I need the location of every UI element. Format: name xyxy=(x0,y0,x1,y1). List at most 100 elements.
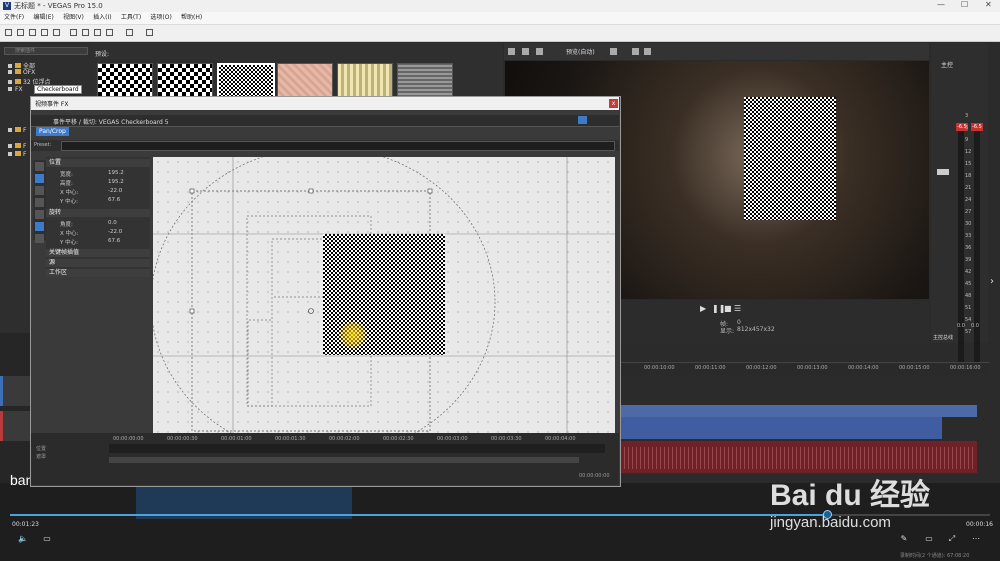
undo-icon[interactable] xyxy=(106,29,113,36)
search-input[interactable]: 搜索插件 xyxy=(4,47,88,55)
timeline-ruler[interactable]: 00:00:10:00 00:00:11:00 00:00:12:00 00:00:1… xyxy=(617,362,989,375)
save-as-icon[interactable] xyxy=(41,29,48,36)
grid-icon[interactable] xyxy=(610,48,617,55)
menu-options[interactable]: 选项(O) xyxy=(150,12,171,24)
peak-right: -6.5 xyxy=(971,123,983,131)
close-icon[interactable]: x xyxy=(609,99,618,108)
prop-width[interactable]: 宽度: 195.2 xyxy=(60,170,124,178)
move-icon[interactable] xyxy=(35,234,44,243)
prop-rot-y-center[interactable]: Y 中心: 67.6 xyxy=(60,238,120,246)
section-position[interactable]: 位置 xyxy=(46,159,150,167)
timeline-tick: 00:00:13:00 xyxy=(797,365,828,371)
preset-thumb-4[interactable] xyxy=(277,63,333,98)
normal-edit-tool-icon[interactable] xyxy=(35,174,44,183)
aspect-lock-icon[interactable] xyxy=(35,210,44,219)
keyframe-lane[interactable] xyxy=(109,444,605,453)
menu-view[interactable]: 视图(V) xyxy=(63,12,84,24)
maximize-icon[interactable]: ☐ xyxy=(961,0,968,9)
more-icon[interactable]: ⋯ xyxy=(972,535,980,543)
settings-icon[interactable] xyxy=(53,29,60,36)
preset-thumb-6[interactable] xyxy=(397,63,453,98)
tree-item-f2[interactable]: F xyxy=(8,143,26,150)
menu-file[interactable]: 文件(F) xyxy=(4,12,24,24)
tree-item-fx[interactable]: FX xyxy=(8,86,23,93)
zoom-tool-icon[interactable] xyxy=(35,186,44,195)
copy-icon[interactable] xyxy=(82,29,89,36)
preview-settings-icon[interactable] xyxy=(508,48,515,55)
new-icon[interactable] xyxy=(5,29,12,36)
master-fader-handle[interactable] xyxy=(937,169,949,175)
db-scale-tick: 9 xyxy=(965,137,969,143)
volume-icon[interactable]: 🔈 xyxy=(18,535,28,543)
prop-height[interactable]: 高度: 195.2 xyxy=(60,179,124,187)
db-scale-tick: 12 xyxy=(965,149,972,155)
prop-y-center[interactable]: Y 中心: 67.6 xyxy=(60,197,120,205)
redo-icon[interactable] xyxy=(126,29,133,36)
settings-icon[interactable] xyxy=(35,162,44,171)
fx-chain-label: 事件平移 / 裁切: VEGAS Checkerboard 5 xyxy=(53,119,169,126)
snapshot-icon[interactable] xyxy=(632,48,639,55)
prop-x-center[interactable]: X 中心: -22.0 xyxy=(60,188,122,196)
preset-dropdown[interactable] xyxy=(61,141,615,151)
save-snapshot-icon[interactable] xyxy=(644,48,651,55)
main-toolbar xyxy=(0,25,1000,42)
section-keyframe-interp[interactable]: 关键帧插值 xyxy=(46,249,150,257)
preview-toolbar: 预览(自动) xyxy=(504,43,929,60)
section-source[interactable]: 源 xyxy=(46,259,150,267)
close-icon[interactable]: ✕ xyxy=(985,0,992,9)
progress-fill xyxy=(10,514,828,516)
tree-item-f3[interactable]: F xyxy=(8,151,26,158)
db-scale-tick: 15 xyxy=(965,161,972,167)
fx-ruler-tick: 00:00:00:00 xyxy=(113,436,144,442)
save-icon[interactable] xyxy=(29,29,36,36)
track-label-mask: 遮罩 xyxy=(36,454,47,460)
preview-copy-icon[interactable] xyxy=(522,48,529,55)
subtitles-icon[interactable]: ▭ xyxy=(43,535,51,543)
preview-quality[interactable]: 预览(自动) xyxy=(566,47,595,56)
chevron-right-icon[interactable]: › xyxy=(990,276,994,287)
preset-thumb-5[interactable] xyxy=(337,63,393,98)
edit-icon[interactable]: ✎ xyxy=(900,535,908,543)
render-icon[interactable] xyxy=(146,29,153,36)
preset-thumb-2[interactable] xyxy=(157,63,213,98)
stop-icon[interactable]: ■ xyxy=(724,304,732,313)
open-icon[interactable] xyxy=(17,29,24,36)
menu-insert[interactable]: 插入(I) xyxy=(93,12,111,24)
baidu-url: jingyan.baidu.com xyxy=(770,514,891,531)
paste-icon[interactable] xyxy=(94,29,101,36)
fx-ruler-tick: 00:00:03:30 xyxy=(491,436,522,442)
menu-tools[interactable]: 工具(T) xyxy=(121,12,141,24)
db-scale-tick: 48 xyxy=(965,293,972,299)
record-time-status: 录制时间(2 个通道): 67:08:20 xyxy=(900,553,970,559)
preset-row: Preset: xyxy=(31,140,619,151)
tree-item-f1[interactable]: F xyxy=(8,127,26,134)
audio-track-header[interactable] xyxy=(0,411,33,441)
tree-item-ofx[interactable]: OFX xyxy=(8,69,35,76)
cut-icon[interactable] xyxy=(70,29,77,36)
video-event-top[interactable] xyxy=(617,405,977,417)
fx-scrollbar[interactable] xyxy=(109,457,579,463)
menu-icon[interactable]: ☰ xyxy=(734,304,741,313)
fullscreen-icon[interactable]: ⤢ xyxy=(948,535,956,543)
db-scale-tick: 3 xyxy=(965,113,969,119)
section-rotation[interactable]: 旋转 xyxy=(46,209,150,217)
menu-edit[interactable]: 编辑(E) xyxy=(33,12,53,24)
magnet-icon[interactable] xyxy=(35,198,44,207)
chain-toggle-icon[interactable] xyxy=(578,116,587,124)
minimize-icon[interactable]: — xyxy=(937,0,945,9)
pan-crop-tab[interactable]: Pan/Crop xyxy=(36,127,69,136)
prop-rot-x-center[interactable]: X 中心: -22.0 xyxy=(60,229,122,237)
scale-about-center-icon[interactable] xyxy=(35,222,44,231)
fx-icon[interactable] xyxy=(536,48,543,55)
section-workspace[interactable]: 工作区 xyxy=(46,269,150,277)
video-track-header[interactable] xyxy=(0,376,33,406)
db-scale-tick: 18 xyxy=(965,173,972,179)
play-icon[interactable]: ▶ xyxy=(700,304,706,313)
preset-thumb-3[interactable] xyxy=(217,63,275,100)
track-label-position: 位置 xyxy=(36,446,47,452)
video-event[interactable] xyxy=(617,417,942,439)
prop-angle[interactable]: 角度: 0.0 xyxy=(60,220,117,228)
preset-thumb-1[interactable] xyxy=(97,63,153,98)
screen-icon[interactable]: ▭ xyxy=(925,535,933,543)
menu-help[interactable]: 帮助(H) xyxy=(181,12,202,24)
